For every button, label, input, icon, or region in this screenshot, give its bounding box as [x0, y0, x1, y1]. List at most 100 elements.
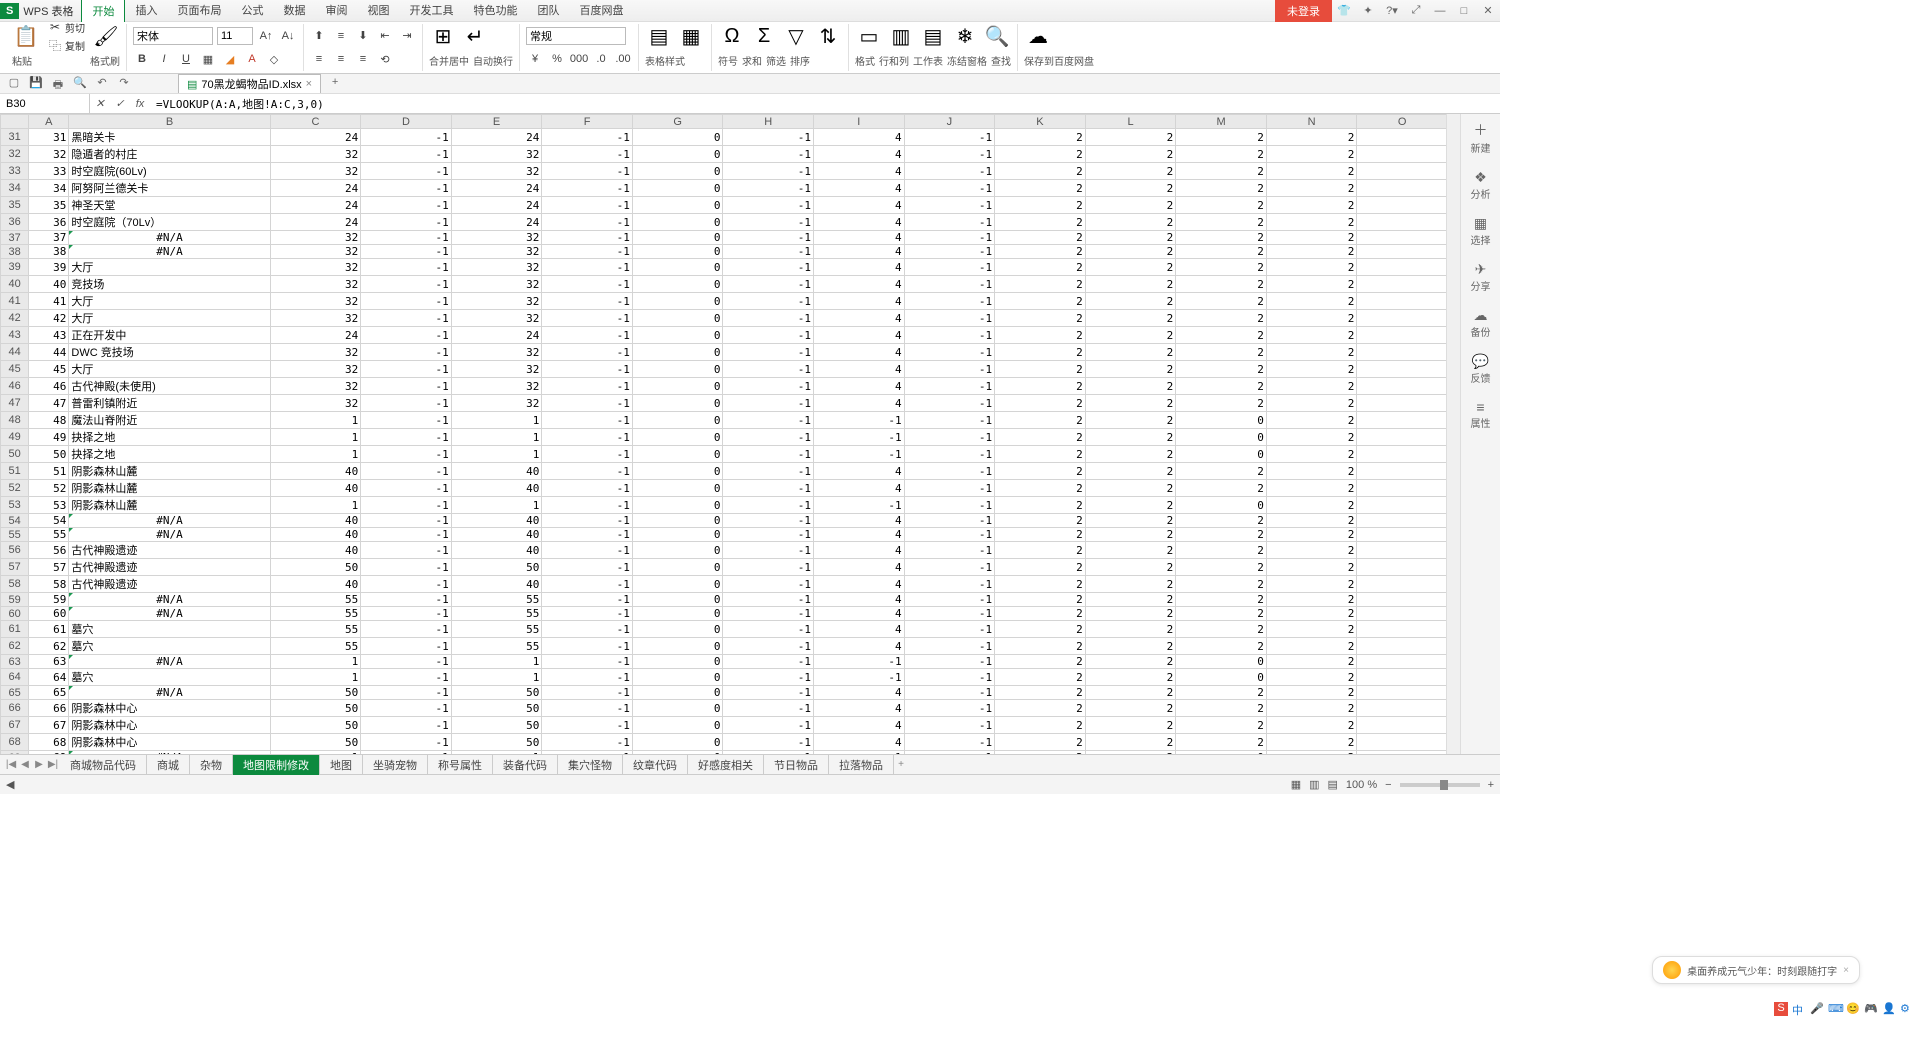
cell[interactable]: 2 [1266, 559, 1357, 576]
indent-inc-icon[interactable]: ⇥ [398, 27, 416, 45]
formula-input[interactable]: =VLOOKUP(A:A,地图!A:C,3,0) [150, 96, 1500, 112]
cell[interactable]: 67 [29, 717, 69, 734]
zoom-value[interactable]: 100 % [1346, 779, 1377, 791]
row-header[interactable]: 31 [1, 129, 29, 146]
cell[interactable]: -1 [361, 327, 452, 344]
cell[interactable]: 50 [270, 700, 361, 717]
cell[interactable]: -1 [723, 361, 814, 378]
cell[interactable]: 32 [451, 395, 542, 412]
cell[interactable]: #N/A [69, 607, 270, 621]
col-header-F[interactable]: F [542, 115, 633, 129]
menu-tab-9[interactable]: 团队 [527, 0, 569, 22]
cell[interactable]: 59 [29, 593, 69, 607]
cell[interactable]: -1 [904, 395, 995, 412]
cell[interactable]: 2 [995, 197, 1086, 214]
row-header[interactable]: 66 [1, 700, 29, 717]
cell[interactable]: 40 [270, 576, 361, 593]
cell[interactable]: 2 [1266, 446, 1357, 463]
cell[interactable]: 32 [451, 146, 542, 163]
cell[interactable]: 2 [1085, 638, 1176, 655]
cell[interactable]: #N/A [69, 655, 270, 669]
cell[interactable]: 2 [1266, 621, 1357, 638]
cell[interactable] [1357, 717, 1446, 734]
cell[interactable]: 2 [1176, 327, 1267, 344]
cell[interactable]: 2 [1176, 559, 1267, 576]
cell[interactable]: 神圣天堂 [69, 197, 270, 214]
cell[interactable]: -1 [361, 717, 452, 734]
cell[interactable] [1357, 607, 1446, 621]
cell[interactable]: 古代神殿遗迹 [69, 542, 270, 559]
cell[interactable]: -1 [361, 231, 452, 245]
cell[interactable]: -1 [904, 734, 995, 751]
cell[interactable]: 2 [1085, 395, 1176, 412]
preview-icon[interactable]: 🔍 [72, 76, 88, 92]
find-icon[interactable]: 🔍 [983, 22, 1011, 50]
cell[interactable]: -1 [904, 669, 995, 686]
tray-icon-7[interactable]: ⚙ [1900, 1002, 1914, 1016]
menu-tab-0[interactable]: 开始 [81, 0, 125, 22]
cell[interactable]: 0 [632, 197, 723, 214]
cell[interactable]: 2 [1085, 327, 1176, 344]
cell[interactable]: 2 [1085, 163, 1176, 180]
cell[interactable]: 40 [451, 480, 542, 497]
cell[interactable]: 2 [1176, 231, 1267, 245]
menu-tab-3[interactable]: 公式 [231, 0, 273, 22]
cell[interactable]: -1 [904, 276, 995, 293]
cell[interactable]: 52 [29, 480, 69, 497]
cell[interactable]: 2 [1266, 180, 1357, 197]
cell[interactable]: 0 [632, 361, 723, 378]
cell[interactable]: 2 [1085, 293, 1176, 310]
cell[interactable]: -1 [904, 655, 995, 669]
sheet-tab-7[interactable]: 装备代码 [493, 755, 558, 775]
sheet-tab-8[interactable]: 集穴怪物 [558, 755, 623, 775]
spreadsheet-grid[interactable]: ABCDEFGHIJKLMNO3131黑暗关卡24-124-10-14-1222… [0, 114, 1446, 754]
cell[interactable]: -1 [723, 734, 814, 751]
sidebar-item-0[interactable]: ＋新建 [1471, 120, 1491, 155]
cell[interactable]: 2 [1085, 129, 1176, 146]
row-header[interactable]: 60 [1, 607, 29, 621]
cell[interactable]: 0 [632, 231, 723, 245]
cell[interactable]: 2 [1085, 497, 1176, 514]
cell[interactable] [1357, 378, 1446, 395]
fill-color-icon[interactable]: ◢ [221, 50, 239, 68]
sheet-tab-6[interactable]: 称号属性 [428, 755, 493, 775]
font-color-icon[interactable]: A [243, 50, 261, 68]
cell[interactable] [1357, 528, 1446, 542]
cell[interactable]: 57 [29, 559, 69, 576]
cell[interactable]: 46 [29, 378, 69, 395]
cell[interactable]: 2 [1176, 378, 1267, 395]
cell[interactable]: 1 [451, 429, 542, 446]
cell[interactable]: 2 [1266, 395, 1357, 412]
cell[interactable]: 2 [1176, 528, 1267, 542]
cell[interactable]: 40 [29, 276, 69, 293]
cell[interactable]: 4 [814, 214, 905, 231]
cell[interactable]: 2 [1085, 621, 1176, 638]
symbol-icon[interactable]: Ω [718, 22, 746, 50]
col-header-M[interactable]: M [1176, 115, 1267, 129]
cell[interactable]: 1 [270, 751, 361, 755]
cell[interactable]: -1 [542, 146, 633, 163]
cell[interactable]: 0 [632, 734, 723, 751]
cell[interactable]: -1 [361, 607, 452, 621]
cell[interactable]: -1 [542, 231, 633, 245]
cell[interactable]: -1 [361, 163, 452, 180]
cell[interactable]: 2 [1085, 734, 1176, 751]
cell[interactable]: 0 [632, 593, 723, 607]
cell[interactable]: 34 [29, 180, 69, 197]
cell[interactable]: -1 [723, 214, 814, 231]
row-header[interactable]: 52 [1, 480, 29, 497]
cell[interactable]: 2 [995, 361, 1086, 378]
cell[interactable]: 0 [632, 259, 723, 276]
cell[interactable]: 2 [995, 293, 1086, 310]
cell[interactable]: 4 [814, 700, 905, 717]
cell[interactable]: 0 [632, 146, 723, 163]
cell[interactable]: -1 [723, 497, 814, 514]
cell[interactable]: 4 [814, 245, 905, 259]
cell[interactable]: -1 [723, 717, 814, 734]
cell[interactable]: -1 [904, 327, 995, 344]
cell[interactable]: -1 [904, 361, 995, 378]
row-header[interactable]: 63 [1, 655, 29, 669]
cell[interactable]: 56 [29, 542, 69, 559]
help-icon[interactable]: ?▾ [1380, 4, 1404, 17]
cell[interactable]: 54 [29, 514, 69, 528]
